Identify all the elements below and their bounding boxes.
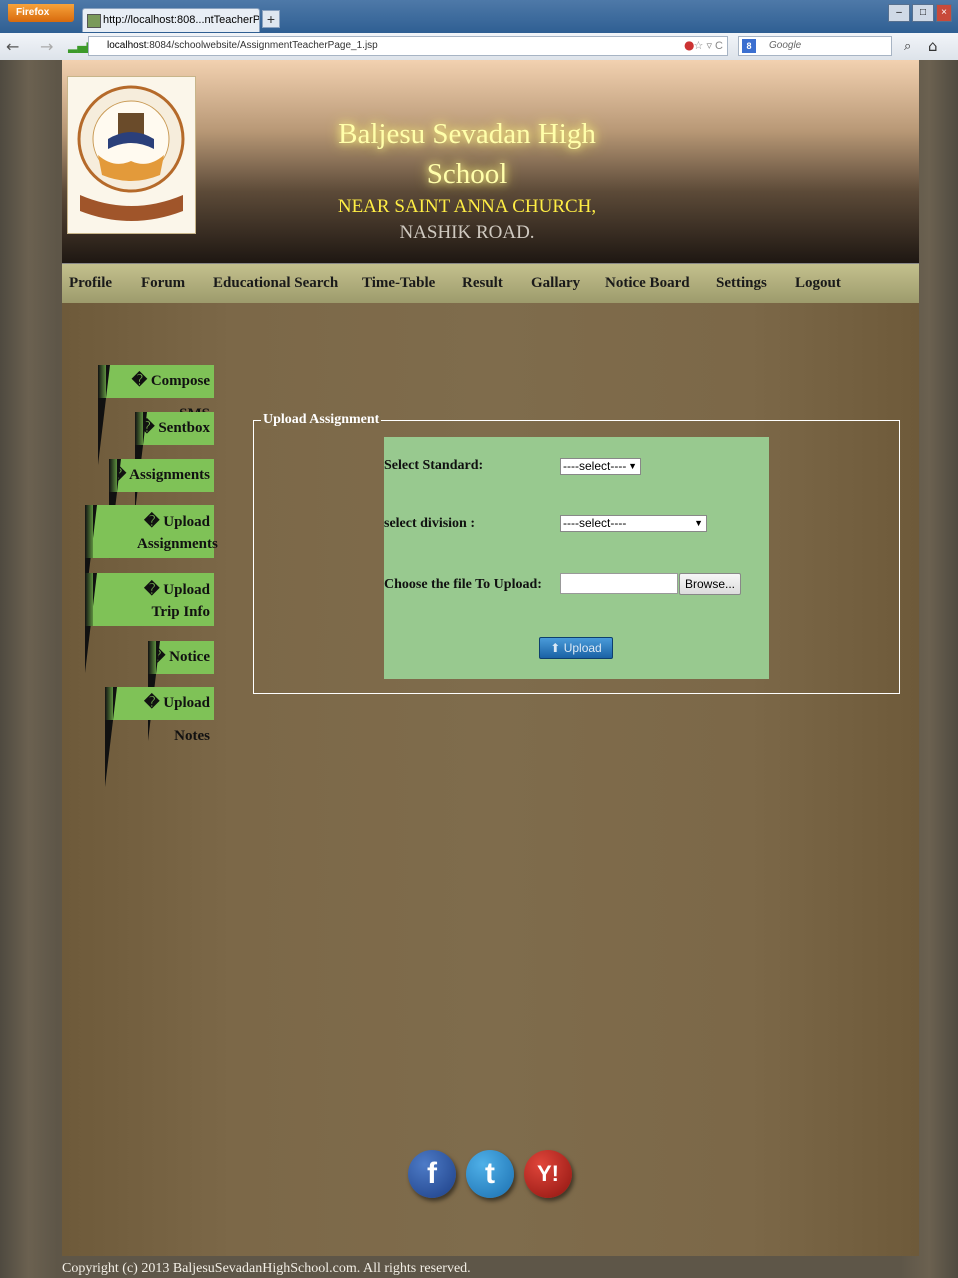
new-tab-button[interactable]: + xyxy=(262,10,280,28)
page-container: Baljesu Sevadan High School NEAR SAINT A… xyxy=(62,60,919,1256)
menu-item-profile[interactable]: Profile xyxy=(69,275,112,292)
sidebar-item-upload-notes[interactable]: � Upload Notes xyxy=(105,687,214,787)
home-icon[interactable]: ⌂ xyxy=(928,37,938,55)
sidebar-item-label: � Notice xyxy=(150,649,210,665)
url-host: localhost xyxy=(107,40,147,51)
firefox-menu-button[interactable]: Firefox xyxy=(8,4,74,22)
copyright-footer: Copyright (c) 2013 BaljesuSevadanHighSch… xyxy=(62,1261,471,1276)
sidebar-item-upload-assignments[interactable]: � Upload Assignments xyxy=(85,505,218,605)
menu-item-time-table[interactable]: Time-Table xyxy=(362,275,435,292)
menu-item-forum[interactable]: Forum xyxy=(141,275,185,292)
twitter-icon[interactable]: t xyxy=(466,1150,514,1198)
site-header: Baljesu Sevadan High School NEAR SAINT A… xyxy=(62,60,919,263)
standard-select[interactable]: ----select---- ▼ xyxy=(560,458,641,475)
search-go-icon[interactable]: ⌕ xyxy=(904,39,911,54)
close-icon[interactable]: × xyxy=(936,4,952,22)
sidebar-item-label: � Upload Trip Info xyxy=(144,582,210,620)
chevron-down-icon: ▼ xyxy=(628,461,637,471)
sidebar-item-label: � Sentbox xyxy=(139,420,210,436)
division-select[interactable]: ----select---- ▼ xyxy=(560,515,707,532)
upload-button[interactable]: ⬆ Upload xyxy=(539,637,613,659)
upload-form-panel: Select Standard: ----select---- ▼ select… xyxy=(384,437,769,679)
browse-button[interactable]: Browse... xyxy=(679,573,741,595)
google-icon: 8 xyxy=(742,39,756,53)
back-arrow-icon[interactable]: ← xyxy=(6,37,19,56)
upload-arrow-icon: ⬆ xyxy=(550,641,561,655)
page-favicon-icon xyxy=(87,14,101,28)
sidebar-item-label: � Upload Assignments xyxy=(137,514,218,552)
address-highlight: NEAR SAINT ANNA CHURCH, xyxy=(337,196,597,217)
menu-item-result[interactable]: Result xyxy=(462,275,503,292)
browser-navbar: ← → ▂▄▆ localhost:8084/schoolwebsite/Ass… xyxy=(0,33,958,61)
sidebar-item-label: � Assignments xyxy=(110,467,210,483)
address-bar[interactable]: localhost:8084/schoolwebsite/AssignmentT… xyxy=(88,36,728,56)
browser-titlebar: Firefox http://localhost:808...ntTeacher… xyxy=(0,0,958,33)
menu-item-settings[interactable]: Settings xyxy=(716,275,767,292)
upload-button-label: Upload xyxy=(563,641,602,655)
menu-item-educational-search[interactable]: Educational Search xyxy=(213,275,338,292)
division-label: select division : xyxy=(384,516,475,531)
addon-icon[interactable]: ● xyxy=(684,38,694,52)
standard-selected-value: ----select---- xyxy=(563,459,627,473)
menu-item-notice-board[interactable]: Notice Board xyxy=(605,275,690,292)
menu-item-gallary[interactable]: Gallary xyxy=(531,275,580,292)
menu-item-logout[interactable]: Logout xyxy=(795,275,841,292)
sidebar-item-assignments[interactable]: � Assignments xyxy=(109,459,214,559)
forward-arrow-icon[interactable]: → xyxy=(40,37,53,56)
bookmark-star-icon[interactable]: ☆ ▿ C xyxy=(694,37,723,55)
facebook-icon[interactable]: f xyxy=(408,1150,456,1198)
address-rest: NASHIK ROAD. xyxy=(399,222,535,243)
file-label: Choose the file To Upload: xyxy=(384,577,542,592)
maximize-icon[interactable]: □ xyxy=(912,4,934,22)
main-menu: Profile Forum Educational Search Time-Ta… xyxy=(62,263,919,303)
division-selected-value: ----select---- xyxy=(563,516,627,530)
window-controls: – □ × xyxy=(888,4,952,22)
yahoo-icon[interactable]: Y! xyxy=(524,1150,572,1198)
chevron-down-icon: ▼ xyxy=(694,518,703,528)
sidebar-item-compose-sms[interactable]: � Compose SMS xyxy=(98,365,214,465)
tab-title: http://localhost:808...ntTeacherPage_1.j… xyxy=(103,14,260,26)
school-address: NEAR SAINT ANNA CHURCH, NASHIK ROAD. xyxy=(302,194,632,246)
school-logo xyxy=(67,76,196,234)
browser-tab[interactable]: http://localhost:808...ntTeacherPage_1.j… xyxy=(82,8,260,32)
standard-label: Select Standard: xyxy=(384,458,484,473)
school-title: Baljesu Sevadan High School xyxy=(338,118,596,190)
fieldset-legend: Upload Assignment xyxy=(261,411,382,429)
minimize-icon[interactable]: – xyxy=(888,4,910,22)
sidebar-item-sentbox[interactable]: � Sentbox xyxy=(135,412,214,512)
url-path: :8084/schoolwebsite/AssignmentTeacherPag… xyxy=(146,40,378,51)
file-path-input[interactable] xyxy=(560,573,678,594)
sidebar-item-notice[interactable]: � Notice xyxy=(148,641,214,741)
search-input[interactable]: 8 Google xyxy=(738,36,892,56)
search-placeholder: Google xyxy=(769,40,802,51)
sidebar-item-upload-trip-info[interactable]: � Upload Trip Info xyxy=(85,573,214,673)
